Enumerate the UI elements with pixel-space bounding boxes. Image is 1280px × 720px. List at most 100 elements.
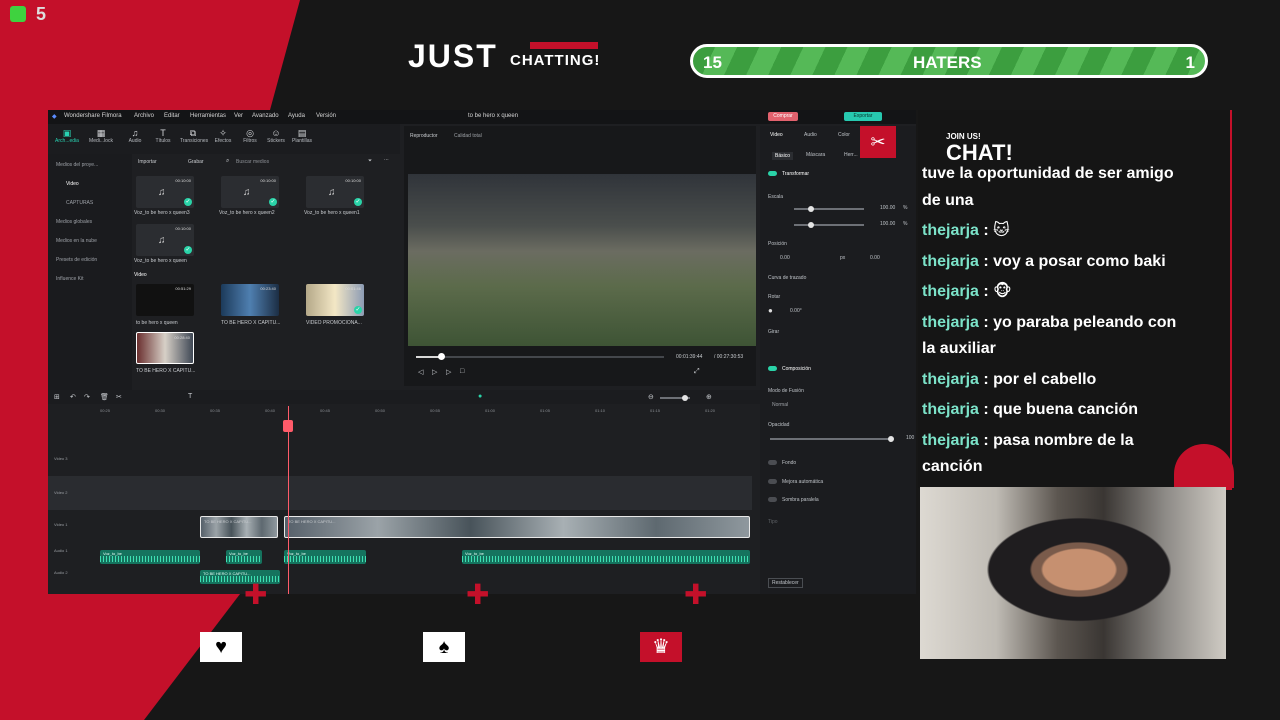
timeline-playhead[interactable] [283,406,293,594]
media-item-selected[interactable]: 00:28:40 [136,332,194,364]
audio-clip[interactable]: Voz_to_be [462,550,750,564]
reset-button[interactable]: Restablecer [768,578,803,588]
media-item[interactable]: 00:23:40 [221,284,279,316]
zoom-in-icon[interactable]: ⊕ [706,393,712,401]
position-y-value[interactable]: 0.00 [870,255,880,261]
rotate-dial-icon[interactable]: ● [768,306,773,315]
tool-media[interactable]: ▣ Arch...edia [54,128,80,144]
opacity-slider[interactable] [770,436,894,442]
channel-badge: 5 [36,4,47,24]
menu-ayuda[interactable]: Ayuda [288,113,305,119]
sidebar-item-video[interactable]: Video [66,181,79,187]
subtab-basic[interactable]: Básico [772,152,794,160]
stream-overlay: 5 JUST CHATTING! 15 HATERS 1 ◆ Wondersha… [0,0,1280,720]
undo-icon[interactable]: ↶ [70,393,76,401]
audio-clip[interactable]: Voz_to_be [226,550,262,564]
video-folder-label[interactable]: Video [134,272,147,278]
menu-ver[interactable]: Ver [234,113,243,119]
track-label-audio-1: Audio 1 [54,548,68,553]
sidebar-item-cloud-media[interactable]: Medios en la nube [56,238,97,244]
video-clip[interactable]: TO BE HERO X CAPITU... [284,516,750,538]
menu-version[interactable]: Versión [316,113,336,119]
subtab-tools[interactable]: Herr... [844,152,858,158]
sidebar-item-project-media[interactable]: Medios del proye... [56,162,98,168]
media-item[interactable]: 00:51:29 [136,284,194,316]
tab-color[interactable]: Color [838,132,850,138]
sidebar-item-influence-kit[interactable]: Influence Kit [56,276,84,282]
sidebar-item-capturas[interactable]: CAPTURAS [66,200,93,206]
menu-editar[interactable]: Editar [164,113,180,119]
sidebar-item-global-media[interactable]: Medios globales [56,219,92,225]
zoom-out-icon[interactable]: ⊖ [648,393,654,401]
scale-y-slider[interactable] [794,222,864,228]
media-item[interactable]: 00:10:00 ♫ ✓ [221,176,279,208]
stop-icon[interactable]: □ [460,368,464,375]
duration: 00:23:40 [260,286,276,291]
position-x-value[interactable]: 0.00 [780,255,790,261]
total-time: / 00:27:30:53 [714,354,744,360]
search-input[interactable]: Buscar medios [236,159,269,165]
text-tool-icon[interactable]: T [188,393,192,400]
zoom-slider[interactable] [660,395,690,401]
slider-knob[interactable] [808,222,814,228]
slider-knob[interactable] [808,206,814,212]
background-toggle[interactable] [768,460,777,465]
quality-dropdown[interactable]: Calidad total [454,133,482,139]
grid-icon[interactable]: ⊞ [54,393,60,401]
media-item[interactable]: 00:10:00 ♫ ✓ [306,176,364,208]
menu-herramientas[interactable]: Herramientas [190,113,226,119]
sidebar-item-presets[interactable]: Presets de edición [56,257,97,263]
shadow-toggle[interactable] [768,497,777,502]
opacity-value[interactable]: 100 [906,435,914,441]
auto-enhance-toggle[interactable] [768,479,777,484]
record-dropdown[interactable]: Grabar [188,159,204,165]
menu-archivo[interactable]: Archivo [134,113,154,119]
tool-effects[interactable]: ✧ Efectos [210,128,236,144]
scale-y-value[interactable]: 100.00 [880,221,895,227]
magnet-icon[interactable]: ● [478,393,482,400]
tool-titles[interactable]: T Títulos [150,128,176,144]
next-frame-icon[interactable]: ▷ [446,368,451,376]
composition-toggle[interactable] [768,366,777,371]
playback-progress-track[interactable] [416,353,664,360]
rotate-value[interactable]: 0.00° [790,308,802,314]
scale-x-slider[interactable] [794,206,864,212]
slider-knob[interactable] [682,395,688,401]
fullscreen-icon[interactable]: ⤢ [694,368,700,376]
tab-video[interactable]: Video [770,132,783,138]
playback-scrubber[interactable] [437,353,445,360]
tool-stock-media[interactable]: ▦ Medi...lock [88,128,114,144]
media-item[interactable]: 00:01:46 ✓ [306,284,364,316]
more-icon[interactable]: ⋯ [384,157,389,163]
import-dropdown[interactable]: Importar [138,159,157,165]
tool-stickers[interactable]: ☺ Stickers [263,128,289,144]
tool-audio[interactable]: ♫ Audio [122,128,148,144]
media-item[interactable]: 00:10:00 ♫ ✓ [136,224,194,256]
audio-clip[interactable]: TO BE HERO X CAPITU... [200,570,280,584]
video-clip[interactable]: TO BE HERO X CAPITU... [200,516,278,538]
blend-mode-select[interactable]: Normal [772,402,788,408]
tool-templates[interactable]: ▤ Plantillas [289,128,315,144]
transform-toggle[interactable] [768,171,777,176]
play-pause-icon[interactable]: ▷ [432,368,437,376]
split-icon[interactable]: ✂ [116,393,122,401]
tool-filters[interactable]: ◎ Filtros [237,128,263,144]
menu-avanzado[interactable]: Avanzado [252,113,279,119]
filter-icon[interactable]: ⏷ [368,158,372,164]
export-button[interactable]: Exportar [844,112,882,121]
buy-button[interactable]: Comprar [768,112,798,121]
slider-knob[interactable] [888,436,894,442]
previous-frame-icon[interactable]: ◁ [418,368,423,376]
chat-text: : yo paraba peleando con [978,313,1177,331]
heart-suit-icon: ♥ [200,632,242,662]
delete-icon[interactable]: 🗑 [100,393,109,401]
tab-audio[interactable]: Audio [804,132,817,138]
subtab-mask[interactable]: Máscara [806,152,825,158]
scale-x-value[interactable]: 100.00 [880,205,895,211]
media-item[interactable]: 00:10:00 ♫ ✓ [136,176,194,208]
audio-clip[interactable]: Voz_to_be [100,550,200,564]
chat-message: thejarja : yo paraba peleando con [922,310,1208,336]
audio-clip[interactable]: Voz_to_be [284,550,366,564]
redo-icon[interactable]: ↷ [84,393,90,401]
tool-transitions[interactable]: ⧉ Transiciones [180,128,208,144]
